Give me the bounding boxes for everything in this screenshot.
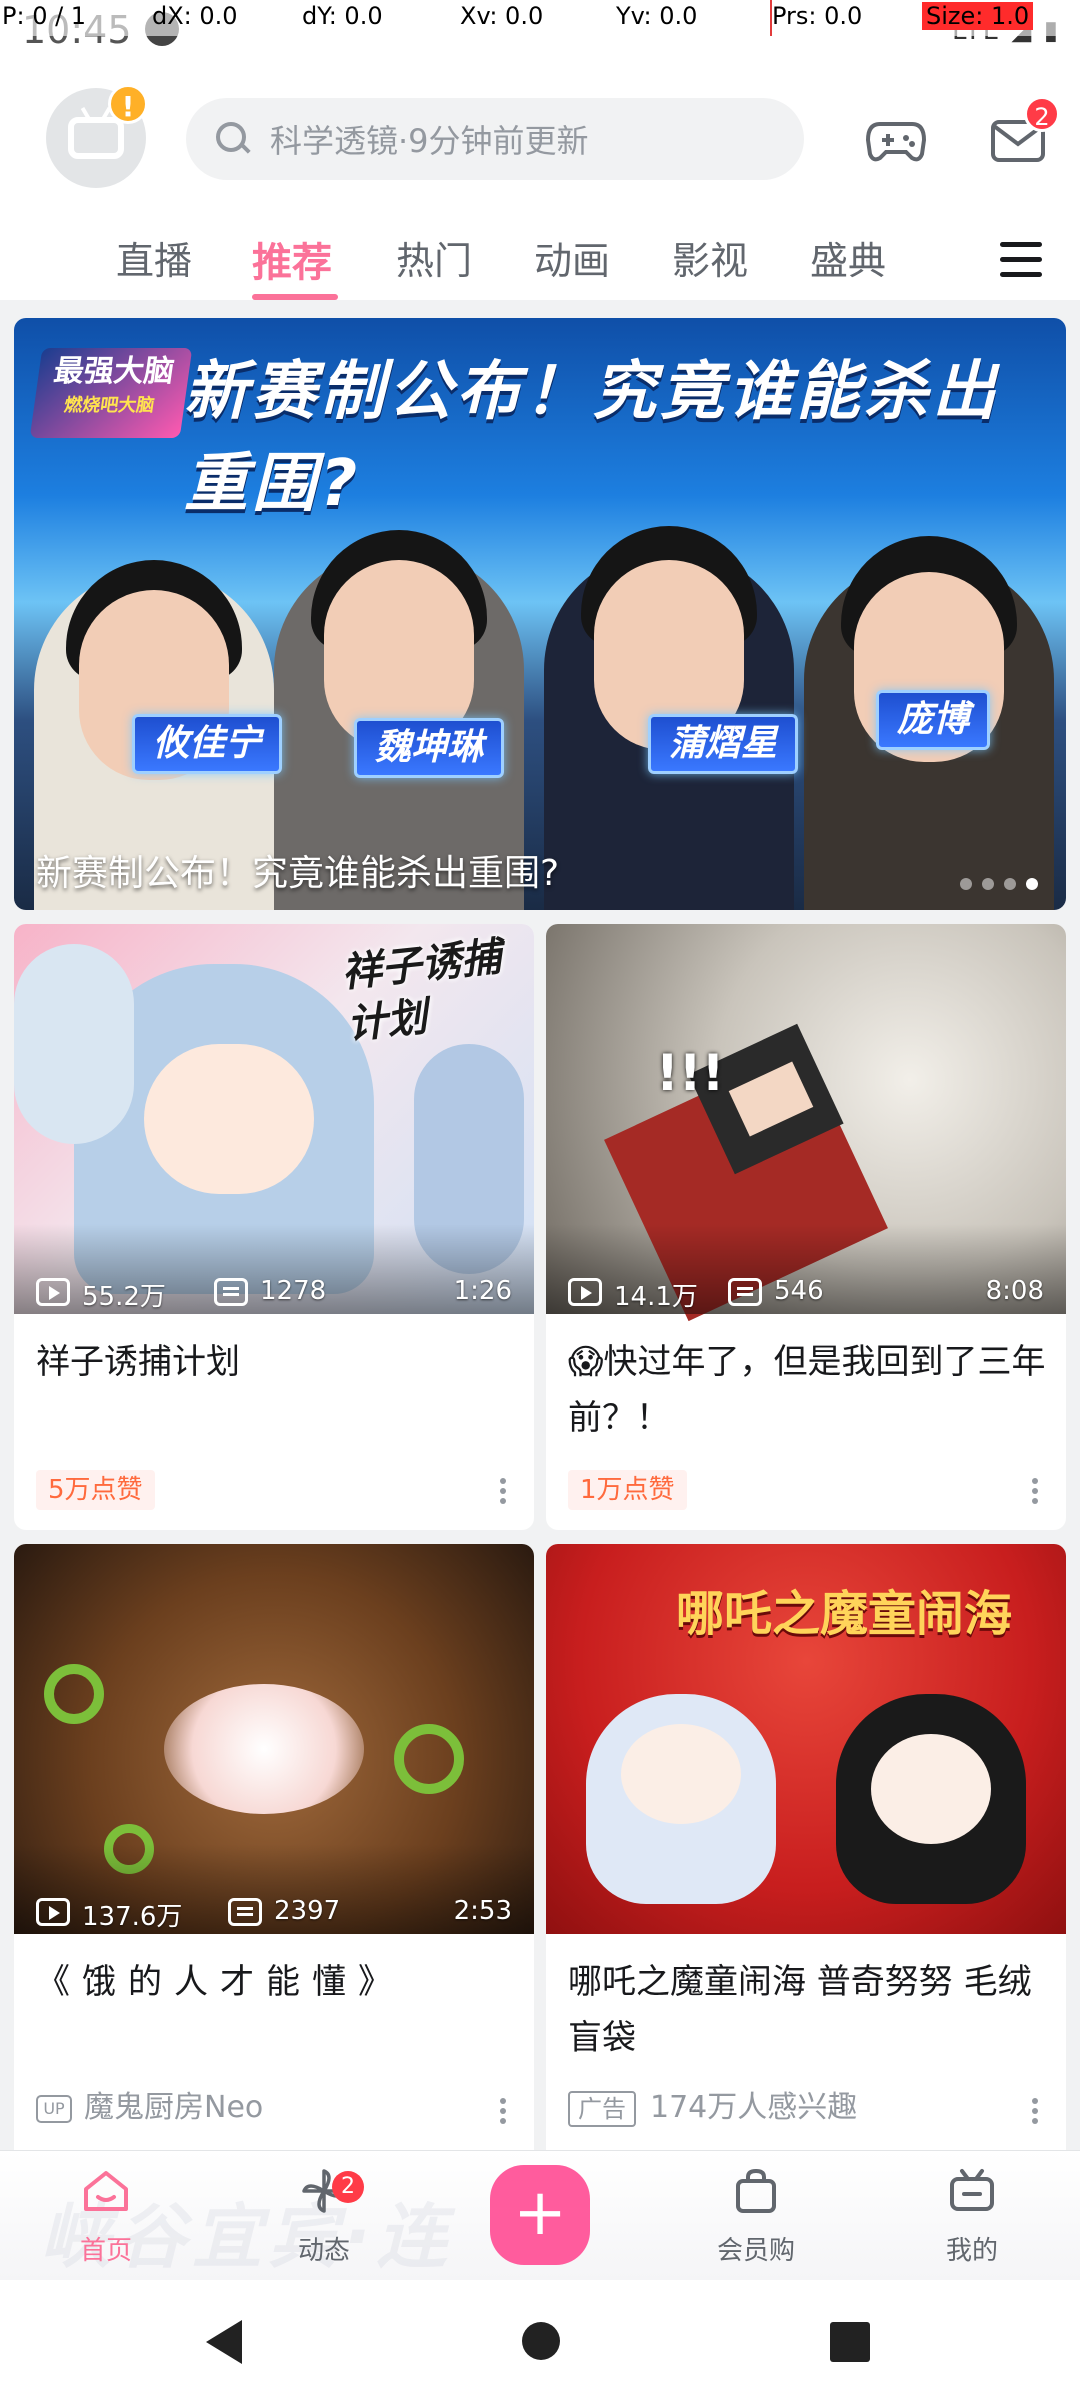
banner-nameplate-3: 蒲熠星	[648, 714, 799, 774]
game-controller-icon[interactable]	[866, 110, 926, 168]
danmaku-icon	[228, 1898, 262, 1926]
video-duration: 8:08	[985, 1276, 1044, 1306]
ad-cover: 哪吒之魔童闹海	[546, 1544, 1066, 1934]
pointer-yv: Yv: 0.0	[616, 2, 698, 30]
nav-mall[interactable]: 会员购	[696, 2165, 816, 2267]
more-options-icon[interactable]	[500, 1478, 506, 1504]
back-icon[interactable]	[206, 2320, 242, 2364]
search-placeholder: 科学透镜·9分钟前更新	[270, 122, 589, 160]
view-count: 137.6万	[82, 1902, 183, 1932]
play-count-icon	[36, 1278, 70, 1306]
video-card[interactable]: 祥子诱捕计划 55.2万 1278 1:26 祥子诱捕计划 5万点赞	[14, 924, 534, 1530]
banner-logo-main: 最强大脑	[51, 354, 177, 389]
uploader-name: 魔鬼厨房Neo	[84, 2090, 264, 2125]
tab-film[interactable]: 影视	[672, 230, 748, 285]
banner-logo-sub: 燃烧吧大脑	[62, 395, 156, 416]
danmaku-icon	[214, 1278, 248, 1306]
tab-gala[interactable]: 盛典	[810, 230, 886, 285]
nav-home[interactable]: 首页	[46, 2165, 166, 2267]
like-tag: 1万点赞	[568, 1470, 687, 1510]
more-options-icon[interactable]	[1032, 1478, 1038, 1504]
nav-home-label: 首页	[79, 2236, 132, 2266]
banner-nameplate-1: 攸佳宁	[132, 714, 283, 774]
ad-title[interactable]: 哪吒之魔童闹海 普奇努努 毛绒盲袋	[568, 1954, 1048, 2066]
like-tag: 5万点赞	[36, 1470, 155, 1510]
pointer-xv: Xv: 0.0	[460, 2, 544, 30]
nav-dynamic[interactable]: 2 动态	[264, 2165, 384, 2267]
search-bar[interactable]: 科学透镜·9分钟前更新	[186, 98, 804, 180]
banner-show-logo: 最强大脑 燃烧吧大脑	[29, 348, 193, 438]
pointer-prs: Prs: 0.0	[772, 2, 863, 30]
nav-mine[interactable]: 我的	[912, 2165, 1032, 2267]
avatar-alert-badge: !	[108, 84, 148, 124]
view-count: 55.2万	[82, 1282, 166, 1312]
tv-icon	[950, 2169, 994, 2211]
up-badge: UP	[36, 2094, 72, 2123]
banner-nameplate-2: 魏坤琳	[354, 718, 505, 778]
ad-interest: 174万人感兴趣	[650, 2090, 858, 2125]
danmaku-count: 1278	[260, 1276, 327, 1306]
shopping-bag-icon	[736, 2168, 776, 2213]
danmaku-icon	[728, 1278, 762, 1306]
banner-nameplate-4: 庞博	[876, 690, 991, 750]
banner-dot[interactable]	[982, 878, 994, 890]
video-title[interactable]: 祥子诱捕计划	[36, 1334, 516, 1390]
nav-dynamic-label: 动态	[297, 2236, 350, 2266]
play-count-icon	[36, 1898, 70, 1926]
banner-carousel[interactable]: 最强大脑 燃烧吧大脑 新赛制公布！究竟谁能杀出重围? 攸佳宁 魏坤琳 蒲熠星 庞…	[14, 318, 1066, 910]
cover-title-text: 祥子诱捕计划	[339, 933, 504, 1049]
banner-headline: 新赛制公布！究竟谁能杀出重围?	[184, 355, 1000, 521]
uploader[interactable]: UP 魔鬼厨房Neo	[36, 2088, 263, 2128]
danmaku-count: 2397	[274, 1896, 341, 1926]
danmaku-count: 546	[774, 1276, 824, 1306]
tab-anime[interactable]: 动画	[534, 230, 610, 285]
tab-live[interactable]: 直播	[116, 230, 192, 285]
video-title[interactable]: 《饿的人才能懂》	[36, 1954, 516, 2010]
mail-badge: 2	[1024, 96, 1060, 132]
pointer-size: Size: 1.0	[922, 2, 1034, 30]
nav-mine-label: 我的	[945, 2236, 998, 2266]
video-title[interactable]: 😱快过年了，但是我回到了三年前？！	[568, 1334, 1048, 1446]
recents-icon[interactable]	[830, 2322, 870, 2362]
pointer-location-overlay: P: 0 / 1 dX: 0.0 dY: 0.0 Xv: 0.0 Yv: 0.0…	[0, 0, 1080, 36]
search-icon	[216, 122, 250, 156]
more-options-icon[interactable]	[1032, 2098, 1038, 2124]
more-options-icon[interactable]	[500, 2098, 506, 2124]
menu-icon[interactable]	[1000, 242, 1042, 278]
pointer-dx: dX: 0.0	[152, 2, 238, 30]
banner-dot-active[interactable]	[1026, 878, 1038, 890]
video-card[interactable]: 137.6万 2397 2:53 《饿的人才能懂》 UP 魔鬼厨房Neo	[14, 1544, 534, 2164]
bottom-nav: 峡谷宜宾·连 首页 2 动态 + 会员购 我的	[0, 2150, 1080, 2280]
ad-badge: 广告	[568, 2090, 636, 2127]
tab-recommend[interactable]: 推荐	[252, 230, 332, 288]
play-count-icon	[568, 1278, 602, 1306]
pointer-p: P: 0 / 1	[2, 2, 87, 30]
video-stats: 55.2万 1278 1:26	[36, 1276, 512, 1312]
tv-icon	[68, 117, 124, 159]
ad-meta: 广告 174万人感兴趣	[568, 2088, 857, 2128]
ad-card[interactable]: 哪吒之魔童闹海 哪吒之魔童闹海 普奇努努 毛绒盲袋 广告 174万人感兴趣	[546, 1544, 1066, 2164]
video-card[interactable]: !!! 14.1万 546 8:08 😱快过年了，但是我回到了三年前？！ 1万点…	[546, 924, 1066, 1530]
banner-caption: 新赛制公布！究竟谁能杀出重围?	[36, 853, 560, 894]
nav-dynamic-badge: 2	[332, 2171, 364, 2203]
home-icon	[84, 2171, 128, 2211]
cover-title-text: 哪吒之魔童闹海	[676, 1586, 1013, 1642]
video-duration: 1:26	[453, 1276, 512, 1306]
active-tab-indicator	[252, 294, 338, 300]
nav-mall-label: 会员购	[716, 2236, 795, 2266]
publish-button[interactable]: +	[490, 2165, 590, 2265]
banner-dot[interactable]	[1004, 878, 1016, 890]
view-count: 14.1万	[614, 1282, 698, 1312]
video-stats: 137.6万 2397 2:53	[36, 1896, 512, 1932]
top-header: ! 科学透镜·9分钟前更新 2 直播 推荐 热门 动画 影视 盛典	[0, 70, 1080, 300]
category-tabs: 直播 推荐 热门 动画 影视 盛典	[0, 220, 1080, 300]
video-duration: 2:53	[453, 1896, 512, 1926]
home-circle-icon[interactable]	[522, 2322, 560, 2360]
banner-dot[interactable]	[960, 878, 972, 890]
tab-hot[interactable]: 热门	[396, 230, 472, 285]
video-stats: 14.1万 546 8:08	[568, 1276, 1044, 1312]
pointer-dy: dY: 0.0	[302, 2, 383, 30]
system-nav-bar	[0, 2280, 1080, 2400]
